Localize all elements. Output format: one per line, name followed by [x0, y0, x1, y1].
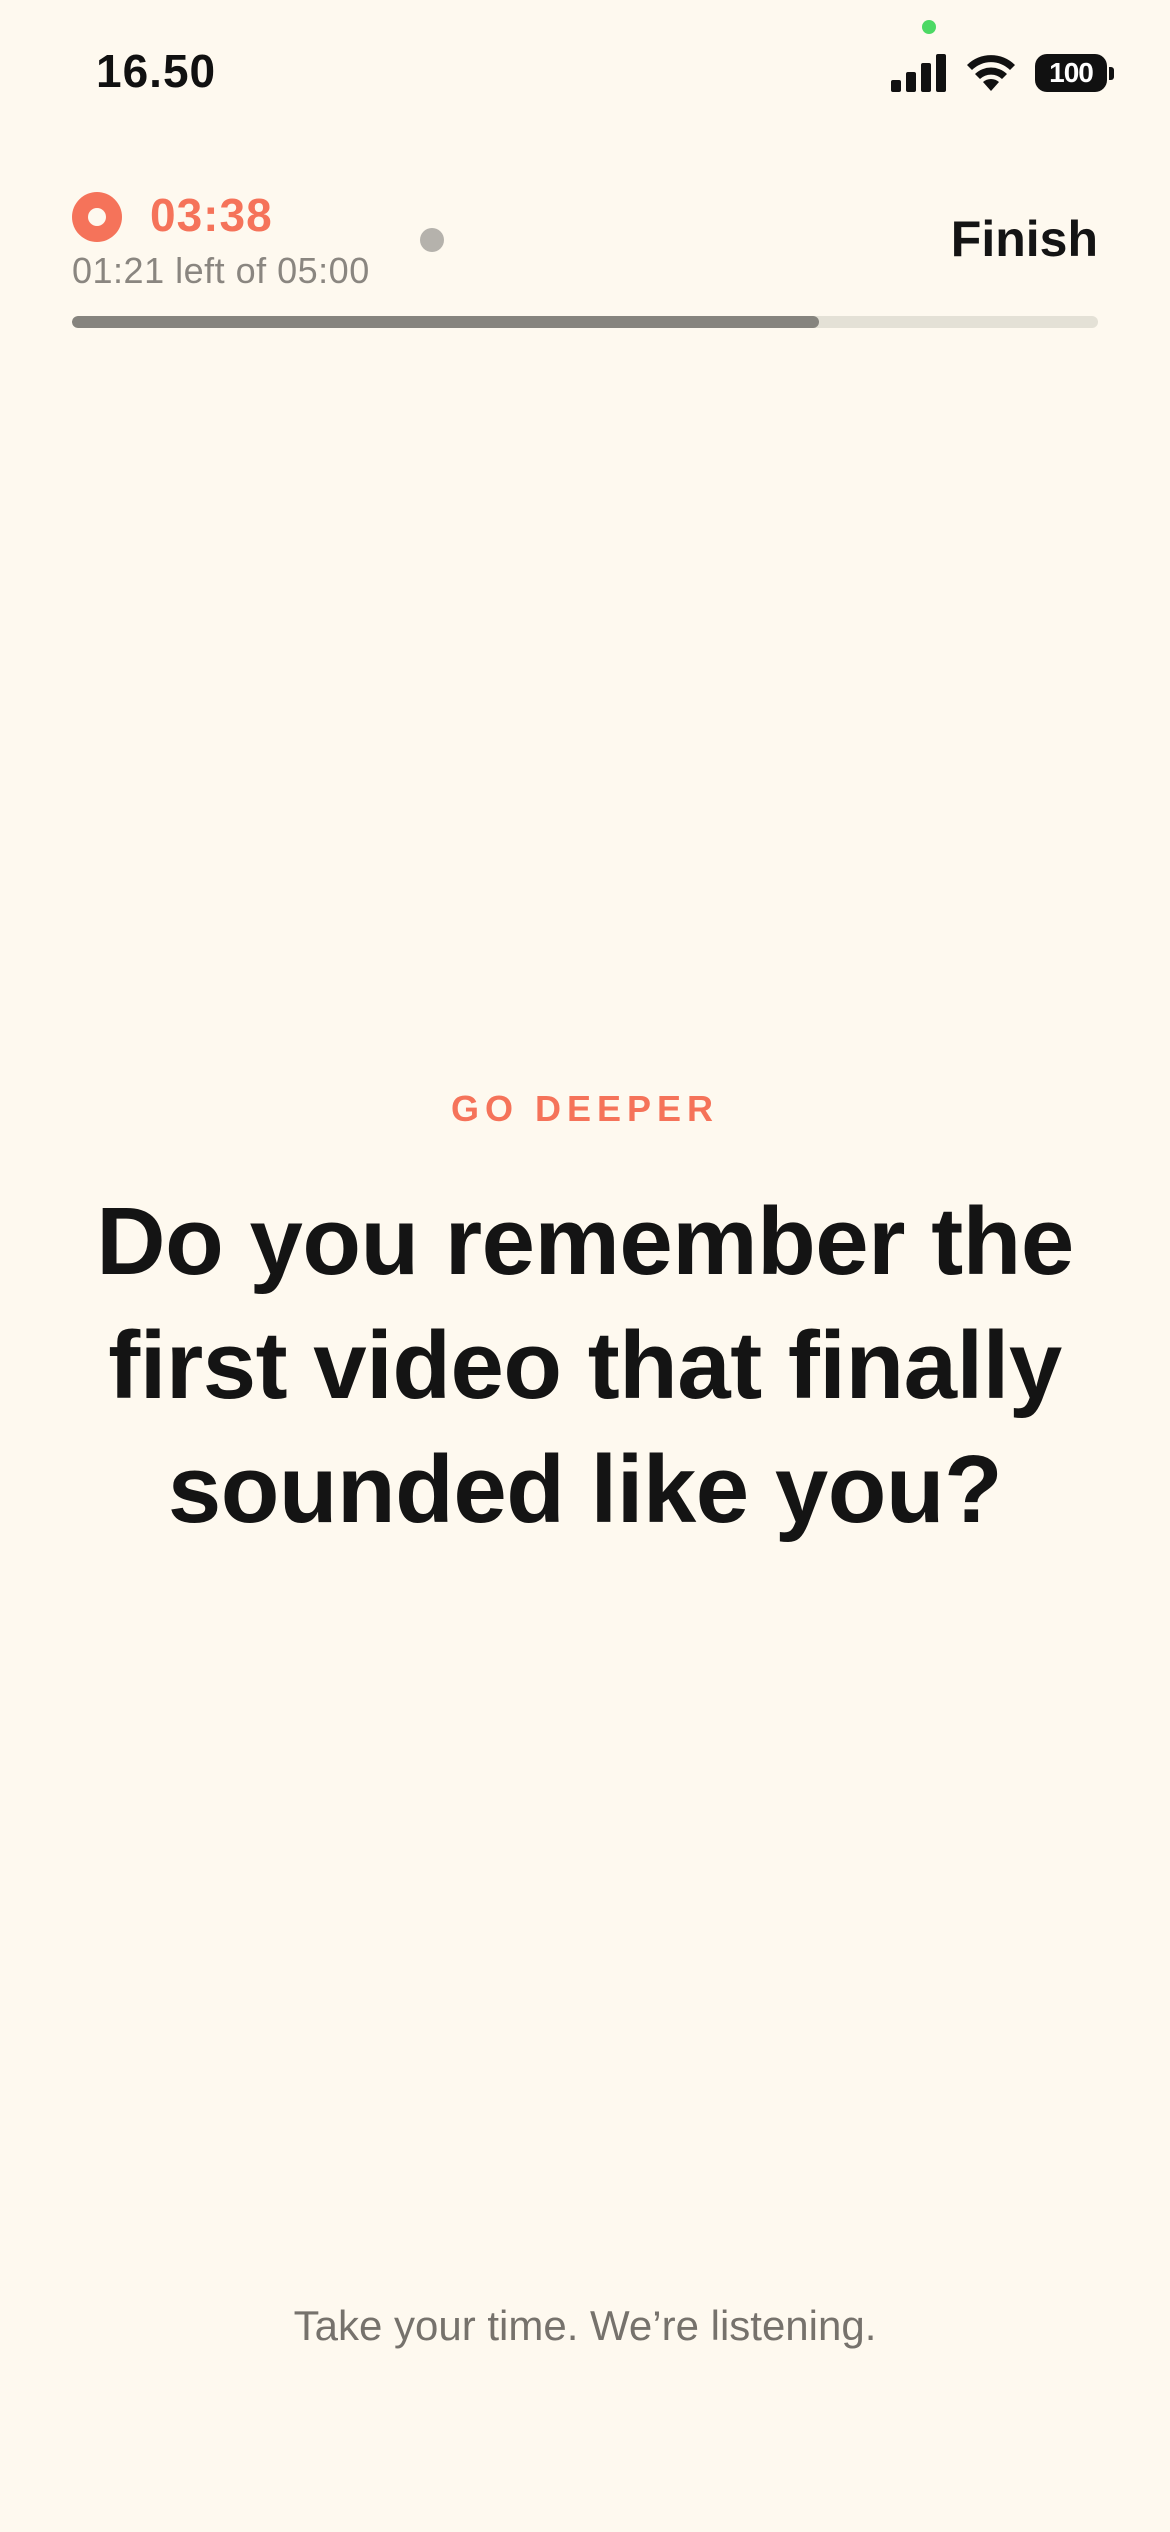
wifi-icon	[967, 55, 1015, 91]
privacy-indicator-dot	[922, 20, 936, 34]
prompt-label: GO DEEPER	[450, 1088, 720, 1129]
recording-progress-fill	[72, 316, 819, 328]
record-icon	[72, 192, 122, 242]
status-icons: 100	[891, 50, 1114, 96]
battery-level: 100	[1035, 54, 1107, 92]
battery-icon: 100	[1035, 54, 1114, 92]
recording-header: 03:38 01:21 left of 05:00 Finish	[72, 180, 1098, 340]
recording-progress-bar	[72, 316, 1098, 328]
signal-icon	[891, 54, 946, 92]
elapsed-time: 03:38	[150, 189, 273, 241]
status-dot-icon	[420, 228, 444, 252]
battery-tip	[1109, 66, 1114, 80]
prompt-question: Do you remember the first video that fin…	[96, 1188, 1074, 1543]
status-bar: 16.50 100	[0, 0, 1170, 140]
footer-text: Take your time. We’re listening.	[293, 2302, 877, 2349]
remaining-time: 01:21 left of 05:00	[72, 250, 370, 291]
record-icon-center	[88, 208, 106, 226]
finish-button[interactable]: Finish	[951, 210, 1098, 268]
status-time: 16.50	[96, 45, 217, 97]
